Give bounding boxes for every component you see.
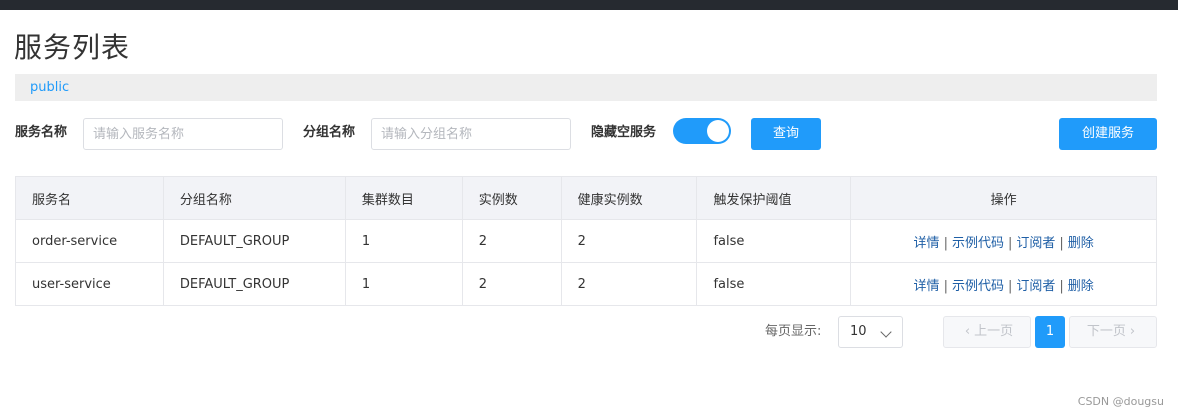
next-page-button[interactable]: 下一页 › (1069, 316, 1157, 348)
group-name-input[interactable] (371, 118, 571, 150)
cell-operations: 详情 | 示例代码 | 订阅者 | 删除 (850, 262, 1157, 306)
subscribers-link[interactable]: 订阅者 (1016, 236, 1055, 251)
table-row: user-service DEFAULT_GROUP 1 2 2 false 详… (15, 262, 1157, 306)
hide-empty-toggle[interactable] (673, 118, 731, 144)
cell-cluster-count: 1 (344, 262, 463, 306)
header-healthy-count: 健康实例数 (560, 176, 698, 220)
page-size-label: 每页显示: (765, 324, 822, 339)
action-separator: | (943, 278, 948, 294)
cell-healthy-count: 2 (560, 219, 698, 263)
chevron-left-icon: ‹ (964, 324, 971, 339)
detail-link[interactable]: 详情 (914, 236, 940, 251)
prev-page-button[interactable]: ‹ 上一页 (943, 316, 1031, 348)
cell-protect-threshold: false (696, 219, 852, 263)
page-title: 服务列表 (14, 31, 131, 64)
toggle-knob (707, 120, 729, 142)
cell-operations: 详情 | 示例代码 | 订阅者 | 删除 (850, 219, 1157, 263)
cell-service-name: user-service (15, 262, 164, 306)
header-group-name: 分组名称 (162, 176, 346, 220)
action-separator: | (1007, 278, 1013, 294)
header-cluster-count: 集群数目 (344, 176, 463, 220)
action-separator: | (1059, 235, 1064, 251)
action-separator: | (1059, 278, 1064, 294)
subscribers-link[interactable]: 订阅者 (1016, 279, 1055, 294)
namespace-bar: public (15, 74, 1157, 101)
action-separator: | (1007, 235, 1013, 251)
delete-link[interactable]: 删除 (1068, 236, 1094, 251)
top-bar (0, 0, 1178, 10)
next-page-label: 下一页 (1086, 324, 1126, 339)
action-separator: | (943, 235, 948, 251)
create-service-button[interactable]: 创建服务 (1059, 118, 1157, 150)
watermark: CSDN @dougsu (1077, 395, 1164, 408)
namespace-item-public[interactable]: public (30, 79, 69, 96)
group-name-label: 分组名称 (303, 125, 356, 140)
hide-empty-label: 隐藏空服务 (591, 125, 657, 140)
detail-link[interactable]: 详情 (914, 279, 940, 294)
page-size-value: 10 (850, 324, 867, 339)
cell-group-name: DEFAULT_GROUP (162, 262, 346, 306)
service-table: 服务名 分组名称 集群数目 实例数 健康实例数 触发保护阈值 操作 order-… (15, 176, 1157, 306)
cell-instance-count: 2 (461, 262, 562, 306)
sample-code-link[interactable]: 示例代码 (952, 279, 1004, 294)
cell-protect-threshold: false (696, 262, 852, 306)
page-1-button[interactable]: 1 (1035, 316, 1065, 348)
cell-instance-count: 2 (461, 219, 562, 263)
header-instance-count: 实例数 (461, 176, 562, 220)
header-operations: 操作 (850, 176, 1157, 220)
cell-cluster-count: 1 (344, 219, 463, 263)
table-header-row: 服务名 分组名称 集群数目 实例数 健康实例数 触发保护阈值 操作 (15, 176, 1157, 220)
chevron-right-icon: › (1129, 324, 1136, 339)
service-name-input[interactable] (83, 118, 283, 150)
page-size-select[interactable]: 10 (838, 316, 903, 348)
header-service-name: 服务名 (15, 176, 164, 220)
sample-code-link[interactable]: 示例代码 (952, 236, 1004, 251)
cell-healthy-count: 2 (560, 262, 698, 306)
cell-group-name: DEFAULT_GROUP (162, 219, 346, 263)
query-button[interactable]: 查询 (751, 118, 821, 150)
cell-service-name: order-service (15, 219, 164, 263)
chevron-down-icon (880, 326, 892, 338)
table-row: order-service DEFAULT_GROUP 1 2 2 false … (15, 219, 1157, 263)
service-name-label: 服务名称 (15, 125, 68, 140)
delete-link[interactable]: 删除 (1068, 279, 1094, 294)
header-protect-threshold: 触发保护阈值 (696, 176, 852, 220)
prev-page-label: 上一页 (974, 324, 1014, 339)
